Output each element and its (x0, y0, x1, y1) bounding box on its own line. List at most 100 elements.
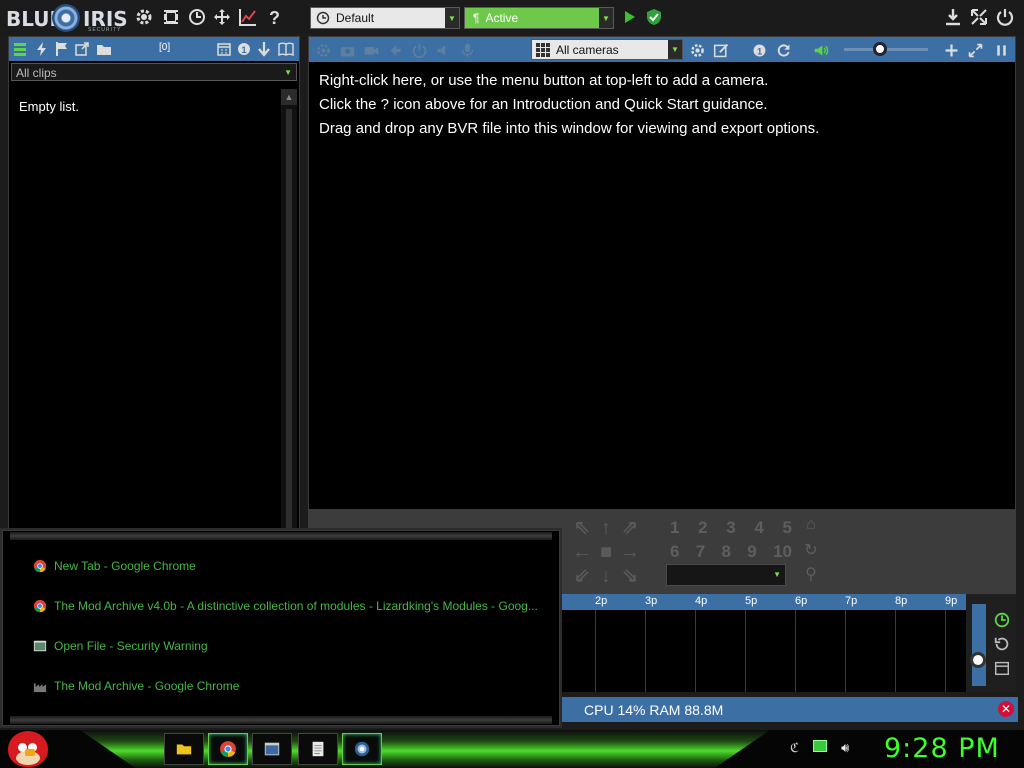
ptz-preset-button[interactable]: 4 (754, 518, 763, 542)
chevron-down-icon: ▼ (284, 68, 292, 77)
calendar-icon[interactable] (215, 40, 233, 58)
jumplist-item-label: The Mod Archive v4.0b - A distinctive co… (54, 599, 538, 613)
ptz-stop-icon[interactable]: ■ (594, 540, 618, 564)
ptz-preset-button[interactable]: 9 (747, 542, 756, 566)
ptz-down-right-icon[interactable]: ⇘ (618, 564, 642, 588)
clips-empty-message: Empty list. (19, 99, 79, 114)
schedule-value: Active (485, 11, 519, 25)
ptz-preset-button[interactable]: 10 (773, 542, 792, 566)
clips-filter-dropdown[interactable]: All clips ▼ (11, 63, 297, 81)
edit-icon[interactable] (711, 40, 731, 60)
clips-film-icon[interactable] (160, 6, 182, 28)
arrow-down-icon[interactable] (255, 40, 273, 58)
ptz-preset-button[interactable]: 1 (670, 518, 679, 542)
camera-settings-gear-icon[interactable] (313, 40, 333, 60)
ptz-preset-button[interactable]: 5 (783, 518, 792, 542)
timeline-label: 9p (945, 595, 958, 607)
ptz-up-right-icon[interactable]: ⇗ (618, 516, 642, 540)
start-button-angry-bird-icon[interactable] (8, 731, 48, 767)
timeline-reset-icon[interactable] (992, 634, 1012, 654)
clips-toolbar: [0] 1 (9, 37, 299, 61)
export-icon[interactable] (73, 40, 91, 58)
record-video-icon[interactable] (361, 40, 381, 60)
location-pin-icon[interactable]: ⚲ (802, 564, 820, 588)
ptz-down-icon[interactable]: ↓ (594, 564, 618, 588)
ptz-preset-dropdown[interactable]: ▼ (666, 564, 786, 586)
close-status-icon[interactable]: ✕ (998, 701, 1014, 717)
expand-icon[interactable] (965, 40, 985, 60)
snapshot-camera-icon[interactable] (337, 40, 357, 60)
jumplist-item[interactable]: Open File - Security Warning (32, 636, 208, 656)
taskbar-chrome-button[interactable] (208, 733, 248, 765)
pause-icon[interactable] (991, 40, 1011, 60)
intro-instructions: Right-click here, or use the menu button… (319, 69, 819, 141)
home-icon[interactable]: ⌂ (802, 516, 820, 540)
help-question-icon[interactable]: ? (263, 6, 285, 28)
ptz-up-left-icon[interactable]: ⇖ (570, 516, 594, 540)
tray-app-icon[interactable]: ℭ (790, 740, 799, 756)
ptz-right-icon[interactable]: → (618, 540, 642, 564)
jumplist-item[interactable]: The Mod Archive - Google Chrome (32, 676, 239, 696)
ptz-refresh-icon[interactable]: ↻ (802, 540, 820, 564)
taskbar-window-button[interactable] (252, 733, 292, 765)
scroll-up-icon[interactable]: ▲ (281, 89, 297, 105)
scroll-track[interactable] (286, 109, 292, 529)
taskbar-explorer-button[interactable] (164, 733, 204, 765)
taskbar-clock[interactable]: 9:28 PM (884, 733, 1000, 764)
tray-network-icon[interactable] (813, 740, 828, 752)
factory-icon (32, 678, 48, 694)
ptz-up-icon[interactable]: ↑ (594, 516, 618, 540)
play-icon[interactable] (618, 6, 640, 28)
timeline-zoom-knob[interactable] (970, 652, 986, 668)
stats-chart-icon[interactable] (237, 6, 259, 28)
ptz-preset-button[interactable]: 7 (696, 542, 705, 566)
jumplist-item[interactable]: New Tab - Google Chrome (32, 556, 196, 576)
timeline-clock-icon[interactable] (992, 610, 1012, 630)
group-settings-gear-icon[interactable] (687, 40, 707, 60)
schedule-dropdown[interactable]: ¶ Active ▼ (464, 7, 614, 29)
timeline-calendar-icon[interactable] (992, 658, 1012, 678)
camera-view-area[interactable]: All cameras ▼ 1 Right-click here, or use… (308, 36, 1016, 510)
timeline-zoom-slider[interactable] (970, 604, 986, 686)
microphone-icon[interactable] (457, 40, 477, 60)
fullscreen-icon[interactable] (968, 6, 990, 28)
ptz-left-icon[interactable]: ← (570, 540, 594, 564)
folder-icon[interactable] (95, 40, 113, 58)
volume-slider[interactable] (844, 42, 928, 56)
clock-icon[interactable] (186, 6, 208, 28)
power-icon[interactable] (994, 6, 1016, 28)
book-icon[interactable] (277, 40, 295, 58)
ptz-move-icon[interactable] (211, 6, 233, 28)
trigger-icon[interactable] (385, 40, 405, 60)
refresh-icon[interactable] (773, 40, 793, 60)
camera-group-dropdown[interactable]: All cameras ▼ (531, 39, 683, 60)
clips-list-icon[interactable] (11, 40, 29, 58)
tray-volume-icon[interactable]: 🔊︎ (841, 740, 849, 756)
ptz-preset-button[interactable]: 6 (670, 542, 679, 566)
flag-icon[interactable] (53, 40, 71, 58)
solo-camera-icon[interactable]: 1 (749, 40, 769, 60)
ptz-down-left-icon[interactable]: ⇙ (570, 564, 594, 588)
taskbar-blue-iris-button[interactable] (342, 733, 382, 765)
volume-knob[interactable] (873, 42, 888, 56)
add-plus-icon[interactable] (941, 40, 961, 60)
shield-icon[interactable] (643, 6, 665, 28)
speaker-volume-icon[interactable] (811, 40, 831, 60)
taskbar-notepad-button[interactable] (298, 733, 338, 765)
profile-dropdown[interactable]: Default ▼ (310, 7, 460, 29)
ptz-preset-button[interactable]: 3 (726, 518, 735, 542)
timeline[interactable]: 2p 3p 4p 5p 6p 7p 8p 9p (562, 594, 966, 692)
ptz-preset-button[interactable]: 8 (722, 542, 731, 566)
ptz-preset-button[interactable]: 2 (698, 518, 707, 542)
download-icon[interactable] (942, 6, 964, 28)
clips-scrollbar[interactable]: ▲ (281, 89, 297, 529)
one-camera-icon[interactable]: 1 (235, 40, 253, 58)
alerts-bolt-icon[interactable] (33, 40, 51, 58)
camera-power-icon[interactable] (409, 40, 429, 60)
settings-gear-icon[interactable] (133, 6, 155, 28)
jumplist-border (10, 532, 552, 540)
jumplist-item[interactable]: The Mod Archive v4.0b - A distinctive co… (32, 596, 538, 616)
chrome-icon (32, 598, 48, 614)
top-toolbar: BLUE IRIS SECURITY ? Default ▼ ¶ Active … (0, 0, 1024, 34)
mute-icon[interactable] (433, 40, 453, 60)
